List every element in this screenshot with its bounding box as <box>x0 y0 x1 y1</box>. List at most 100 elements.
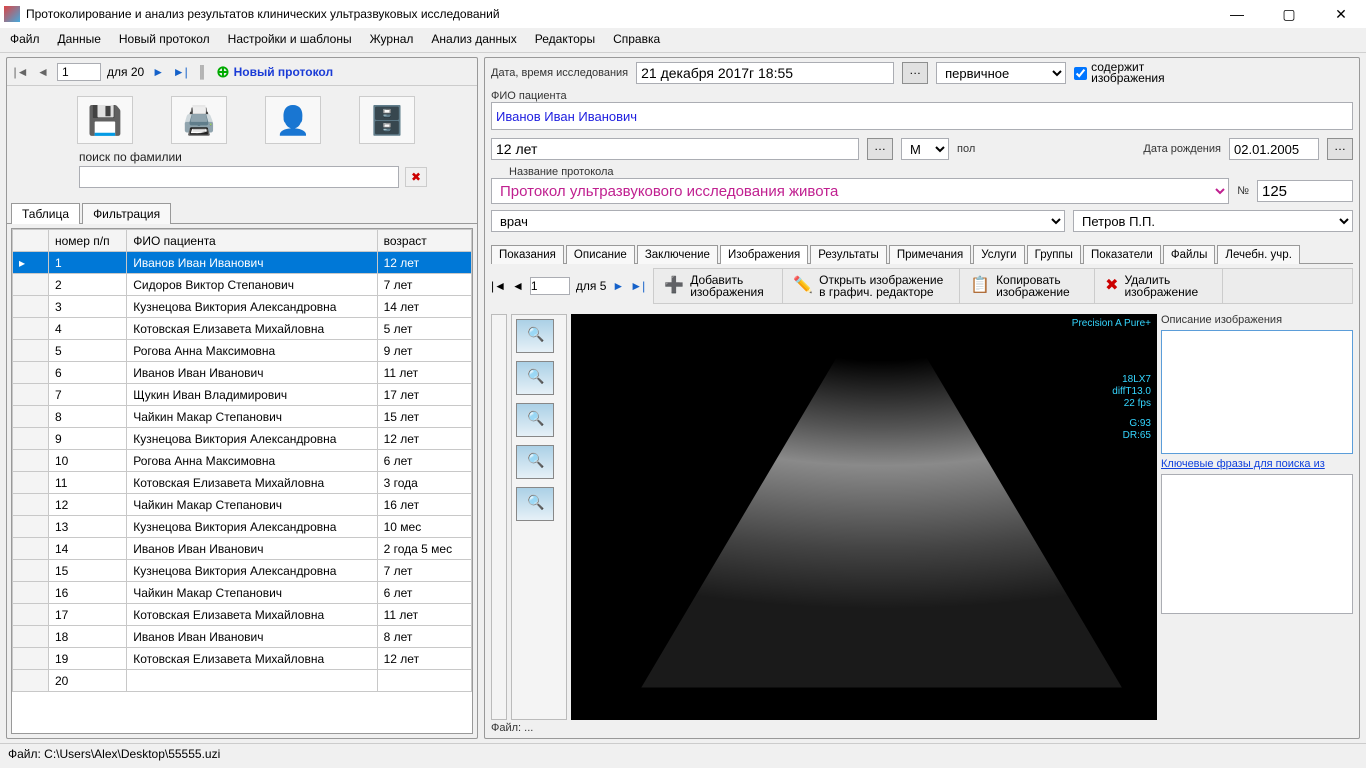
delete-image-button[interactable]: ✖Удалить изображение <box>1095 269 1223 303</box>
pencil-icon: ✏️ <box>793 280 813 292</box>
img-prev-icon[interactable]: ◄ <box>512 279 524 293</box>
table-row[interactable]: 12Чайкин Макар Степанович16 лет <box>13 494 472 516</box>
table-row[interactable]: ▸1Иванов Иван Иванович12 лет <box>13 252 472 274</box>
thumbnail[interactable] <box>516 445 554 479</box>
age-picker-button[interactable]: … <box>867 138 893 160</box>
tab-Результаты[interactable]: Результаты <box>810 245 887 264</box>
menu-Данные[interactable]: Данные <box>58 32 101 46</box>
img-last-icon[interactable]: ►| <box>630 279 645 293</box>
menu-Новый протокол[interactable]: Новый протокол <box>119 32 210 46</box>
tab-Описание[interactable]: Описание <box>566 245 635 264</box>
table-row[interactable]: 10Рогова Анна Максимовна6 лет <box>13 450 472 472</box>
table-row[interactable]: 2Сидоров Виктор Степанович7 лет <box>13 274 472 296</box>
table-row[interactable]: 6Иванов Иван Иванович11 лет <box>13 362 472 384</box>
maximize-button[interactable]: ▢ <box>1272 6 1306 23</box>
thumb-row-header <box>491 314 507 720</box>
tab-Заключение[interactable]: Заключение <box>637 245 718 264</box>
tab-Фильтрация[interactable]: Фильтрация <box>82 203 171 224</box>
copy-image-button[interactable]: 📋Копировать изображение <box>960 269 1095 303</box>
exam-type-select[interactable]: первичное <box>936 62 1066 84</box>
thumbnail[interactable] <box>516 487 554 521</box>
contains-images-checkbox[interactable]: содержит изображения <box>1074 62 1177 84</box>
add-image-button[interactable]: ➕Добавить изображения <box>654 269 783 303</box>
thumbnail[interactable] <box>516 403 554 437</box>
table-row[interactable]: 9Кузнецова Виктория Александровна12 лет <box>13 428 472 450</box>
role-select[interactable]: врач <box>491 210 1065 232</box>
plus-icon: ⊕ <box>216 62 229 82</box>
table-row[interactable]: 16Чайкин Макар Степанович6 лет <box>13 582 472 604</box>
image-pager: |◄ ◄ для 5 ► ►| <box>491 270 645 302</box>
doctor-select[interactable]: Петров П.П. <box>1073 210 1353 232</box>
protocol-name-select[interactable]: Протокол ультразвукового исследования жи… <box>491 178 1229 204</box>
right-tabs: ПоказанияОписаниеЗаключениеИзображенияРе… <box>491 244 1353 264</box>
menu-Редакторы[interactable]: Редакторы <box>535 32 595 46</box>
menubar: Файл Данные Новый протокол Настройки и шабл… <box>0 28 1366 53</box>
menu-Анализ данных[interactable]: Анализ данных <box>431 32 516 46</box>
menu-Журнал[interactable]: Журнал <box>370 32 414 46</box>
plus-icon: ➕ <box>664 280 684 292</box>
tab-Показатели[interactable]: Показатели <box>1083 245 1161 264</box>
print-button[interactable]: 🖨️ <box>171 96 227 144</box>
find-patient-button[interactable]: 👤 <box>265 96 321 144</box>
key-phrases-link[interactable]: Ключевые фразы для поиска из <box>1161 458 1353 470</box>
menu-Файл[interactable]: Файл <box>10 32 40 46</box>
tab-Показания[interactable]: Показания <box>491 245 564 264</box>
table-row[interactable]: 4Котовская Елизавета Михайловна5 лет <box>13 318 472 340</box>
img-page-input[interactable] <box>530 277 570 295</box>
patients-grid[interactable]: номер п/пФИО пациентавозраст▸1Иванов Ива… <box>11 228 473 734</box>
new-protocol-button[interactable]: ⊕ Новый протокол <box>216 62 333 82</box>
tab-Лечебн. учр.[interactable]: Лечебн. учр. <box>1217 245 1299 264</box>
page-input[interactable] <box>57 63 101 81</box>
img-first-icon[interactable]: |◄ <box>491 279 506 293</box>
patient-fio-input[interactable] <box>491 102 1353 130</box>
table-row[interactable]: 11Котовская Елизавета Михайловна3 года <box>13 472 472 494</box>
datetime-input[interactable] <box>636 62 894 84</box>
thumbnail[interactable] <box>516 319 554 353</box>
first-page-icon[interactable]: |◄ <box>13 65 29 79</box>
save-button[interactable]: 💾 <box>77 96 133 144</box>
tab-Группы[interactable]: Группы <box>1027 245 1081 264</box>
overlay-diff: diffT13.0 <box>1112 386 1151 397</box>
datetime-picker-button[interactable]: … <box>902 62 928 84</box>
ultrasound-image[interactable]: Precision A Pure+ 18LX7 diffT13.0 22 fps… <box>571 314 1157 720</box>
tab-Файлы[interactable]: Файлы <box>1163 245 1216 264</box>
statusbar: Файл: C:\Users\Alex\Desktop\55555.uzi <box>0 743 1366 765</box>
phrases-textarea[interactable] <box>1161 474 1353 614</box>
tab-Таблица[interactable]: Таблица <box>11 203 80 224</box>
table-row[interactable]: 17Котовская Елизавета Михайловна11 лет <box>13 604 472 626</box>
close-button[interactable]: ✕ <box>1324 6 1358 23</box>
database-button[interactable]: 🗄️ <box>359 96 415 144</box>
protocol-number-input[interactable] <box>1257 180 1353 202</box>
open-image-button[interactable]: ✏️Открыть изображение в графич. редактор… <box>783 269 960 303</box>
age-input[interactable] <box>491 138 859 160</box>
table-row[interactable]: 5Рогова Анна Максимовна9 лет <box>13 340 472 362</box>
last-page-icon[interactable]: ►| <box>172 65 188 79</box>
table-row[interactable]: 3Кузнецова Виктория Александровна14 лет <box>13 296 472 318</box>
tab-Услуги[interactable]: Услуги <box>973 245 1024 264</box>
table-row[interactable]: 8Чайкин Макар Степанович15 лет <box>13 406 472 428</box>
clear-search-button[interactable]: ✖ <box>405 167 427 187</box>
img-next-icon[interactable]: ► <box>612 279 624 293</box>
search-input[interactable] <box>79 166 399 188</box>
minimize-button[interactable]: — <box>1220 6 1254 23</box>
table-row[interactable]: 19Котовская Елизавета Михайловна12 лет <box>13 648 472 670</box>
image-toolbar: ➕Добавить изображения ✏️Открыть изображе… <box>653 268 1353 304</box>
image-desc-textarea[interactable] <box>1161 330 1353 454</box>
table-row[interactable]: 15Кузнецова Виктория Александровна7 лет <box>13 560 472 582</box>
tab-Изображения[interactable]: Изображения <box>720 245 808 264</box>
sex-select[interactable]: М <box>901 138 949 160</box>
table-row[interactable]: 20 <box>13 670 472 692</box>
thumbnail[interactable] <box>516 361 554 395</box>
tab-Примечания[interactable]: Примечания <box>889 245 971 264</box>
table-row[interactable]: 13Кузнецова Виктория Александровна10 мес <box>13 516 472 538</box>
next-page-icon[interactable]: ► <box>150 65 166 79</box>
table-row[interactable]: 18Иванов Иван Иванович8 лет <box>13 626 472 648</box>
thumbnail-strip[interactable] <box>511 314 567 720</box>
table-row[interactable]: 7Щукин Иван Владимирович17 лет <box>13 384 472 406</box>
table-row[interactable]: 14Иванов Иван Иванович2 года 5 мес <box>13 538 472 560</box>
dob-input[interactable] <box>1229 138 1319 160</box>
menu-Настройки и шаблоны[interactable]: Настройки и шаблоны <box>228 32 352 46</box>
prev-page-icon[interactable]: ◄ <box>35 65 51 79</box>
menu-Справка[interactable]: Справка <box>613 32 660 46</box>
dob-picker-button[interactable]: … <box>1327 138 1353 160</box>
